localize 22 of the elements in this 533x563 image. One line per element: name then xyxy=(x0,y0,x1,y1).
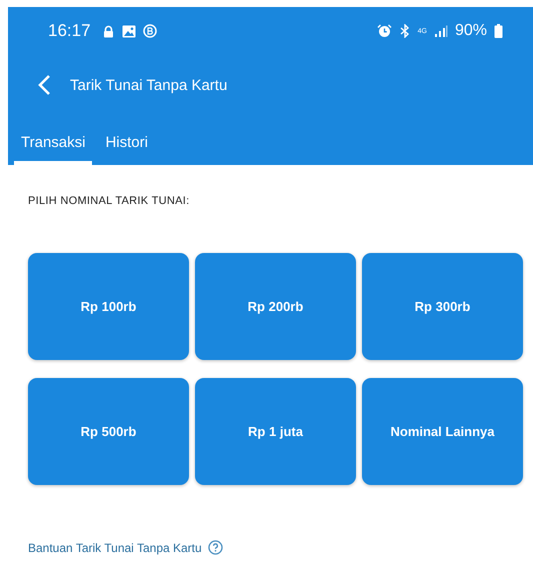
help-icon[interactable] xyxy=(208,540,223,555)
amount-button[interactable]: Rp 100rb xyxy=(28,253,189,360)
screen-title: Tarik Tunai Tanpa Kartu xyxy=(70,76,228,94)
status-time: 16:17 xyxy=(48,21,91,41)
battery-percent: 90% xyxy=(454,22,487,40)
bluetooth-icon xyxy=(398,24,411,38)
tab[interactable]: Transaksi xyxy=(14,115,92,165)
amount-button[interactable]: Rp 1 juta xyxy=(195,378,356,485)
circled-b-icon xyxy=(142,24,157,38)
amount-button[interactable]: Rp 500rb xyxy=(28,378,189,485)
help-link[interactable]: Bantuan Tarik Tunai Tanpa Kartu xyxy=(28,540,202,554)
amount-button[interactable]: Rp 300rb xyxy=(362,253,523,360)
signal-icon xyxy=(434,24,448,38)
amount-button[interactable]: Rp 200rb xyxy=(195,253,356,360)
tab[interactable]: Histori xyxy=(98,115,155,165)
battery-icon xyxy=(494,24,503,38)
lock-icon xyxy=(102,24,115,38)
image-icon xyxy=(122,24,136,38)
back-icon[interactable] xyxy=(36,74,52,96)
amount-button[interactable]: Nominal Lainnya xyxy=(362,378,523,485)
section-label: PILIH NOMINAL TARIK TUNAI: xyxy=(28,195,190,207)
alarm-icon xyxy=(376,24,392,38)
